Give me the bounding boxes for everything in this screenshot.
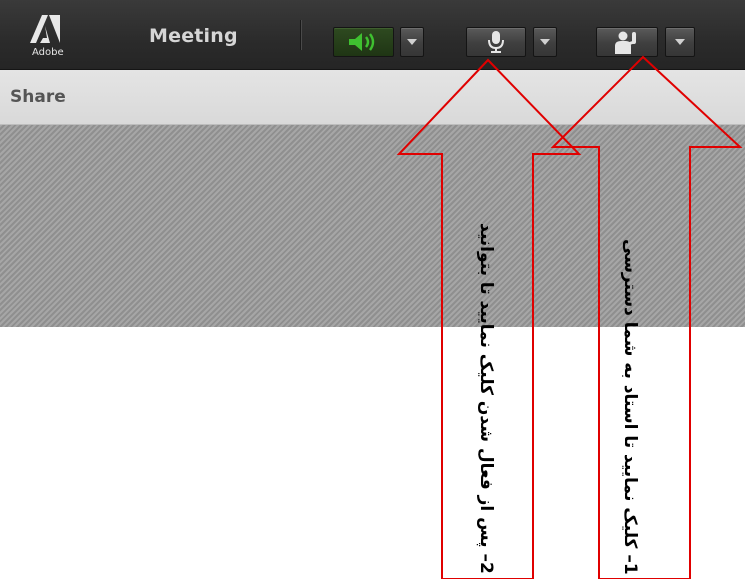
share-pod-title: Share xyxy=(10,87,66,107)
annotation-step2: 2– پس از فعال شدن کلیک نمایید تا بتوانید xyxy=(476,223,496,574)
adobe-logo: Adobe xyxy=(24,14,66,60)
speaker-icon xyxy=(348,33,374,51)
top-toolbar: Adobe Meeting xyxy=(0,0,745,70)
status-options-dropdown[interactable] xyxy=(665,27,695,57)
speaker-button[interactable] xyxy=(333,27,394,57)
adobe-logo-text: Adobe xyxy=(32,47,64,58)
toolbar-divider xyxy=(300,20,301,50)
microphone-button[interactable] xyxy=(466,27,526,57)
speaker-options-dropdown[interactable] xyxy=(400,27,424,57)
chevron-down-icon xyxy=(540,39,550,45)
chevron-down-icon xyxy=(675,39,685,45)
annotation-step1: 1– کلیک نمایید تا استاد به شما دسترسی xyxy=(620,239,640,575)
microphone-options-dropdown[interactable] xyxy=(533,27,557,57)
adobe-logo-icon xyxy=(30,15,60,43)
chevron-down-icon xyxy=(407,39,417,45)
raise-hand-icon xyxy=(615,31,636,54)
meeting-menu[interactable]: Meeting xyxy=(149,25,238,47)
raise-hand-button[interactable] xyxy=(596,27,658,57)
microphone-icon xyxy=(488,31,504,53)
